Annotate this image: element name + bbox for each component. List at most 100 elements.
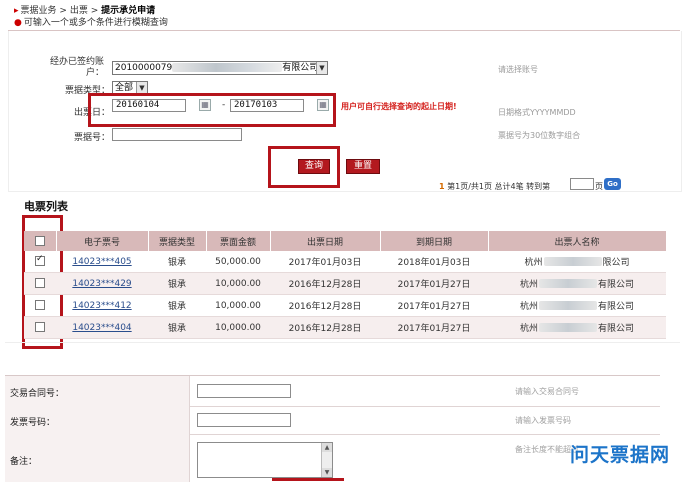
- remark-label: 备注：: [10, 457, 38, 467]
- header-issue-date: 出票日期: [270, 231, 381, 251]
- due-date-cell: 2018年01月03日: [380, 251, 488, 273]
- issue-date-cell: 2016年12月28日: [270, 316, 380, 339]
- account-select[interactable]: 2010000079 有限公司] ▼: [112, 61, 328, 75]
- redacted-blur: [543, 257, 602, 266]
- amount-cell: 10,000.00: [206, 272, 270, 295]
- section-title: 电票列表: [24, 200, 68, 213]
- bill-no-link[interactable]: 14023***429: [72, 279, 131, 289]
- bill-type-cell: 银承: [148, 294, 206, 317]
- reset-button[interactable]: 重置: [346, 159, 380, 174]
- table-row[interactable]: 14023***412 银承 10,000.00 2016年12月28日 201…: [24, 294, 666, 317]
- table-header-row: 电子票号 票据类型 票面金额 出票日期 到期日期 出票人名称: [24, 231, 667, 251]
- pager-text: 第1页/共1页 总计4笔 转到第: [447, 182, 551, 191]
- label-cell: 发票号码：: [5, 406, 190, 434]
- bullet-icon: ●: [14, 18, 22, 28]
- redacted-blur: [539, 279, 597, 288]
- row-checkbox[interactable]: [35, 278, 45, 289]
- date-annotation: 用户可自行选择查询的起止日期!: [341, 102, 457, 111]
- pager-current: 1: [439, 182, 445, 191]
- go-button[interactable]: Go: [604, 178, 621, 190]
- payee-start: 杭州: [519, 302, 538, 312]
- redacted-blur: [172, 63, 283, 72]
- account-help: 请选择账号: [498, 65, 538, 74]
- account-value-prefix: 2010000079: [115, 63, 173, 73]
- date-from-input[interactable]: [112, 99, 186, 112]
- account-label: 经办已签约账户：: [49, 57, 104, 78]
- table-row[interactable]: 14023***429 银承 10,000.00 2016年12月28日 201…: [24, 272, 666, 295]
- payee-start: 杭州: [519, 280, 538, 290]
- payee-end: 有限公司: [598, 280, 635, 290]
- scrollbar[interactable]: ▲ ▼: [321, 443, 332, 477]
- date-to-input[interactable]: [230, 99, 304, 112]
- amount-cell: 10,000.00: [206, 316, 270, 339]
- redacted-blur: [539, 323, 597, 332]
- header-bill-no: 电子票号: [56, 231, 149, 251]
- table-row[interactable]: 14023***404 银承 10,000.00 2016年12月28日 201…: [24, 316, 666, 339]
- extra-info-form: 交易合同号： 请输入交易合同号 发票号码： 请输入发票号码 备注： ▲ ▼ 备注长…: [5, 375, 660, 482]
- amount-cell: 50,000.00: [206, 251, 270, 273]
- remark-textarea[interactable]: ▲ ▼: [197, 442, 333, 478]
- bill-no-link[interactable]: 14023***405: [72, 257, 131, 267]
- due-date-cell: 2017年01月27日: [380, 272, 488, 295]
- date-help: 日期格式YYYYMMDD: [498, 108, 576, 117]
- issue-date-cell: 2016年12月28日: [270, 294, 380, 317]
- page-unit: 页: [595, 182, 603, 191]
- bill-no-help: 票据号为30位数字组合: [498, 131, 581, 140]
- bill-type-cell: 银承: [148, 272, 206, 295]
- bill-type-value: 全部: [115, 83, 134, 93]
- header-due-date: 到期日期: [380, 231, 489, 251]
- invoice-input[interactable]: [197, 413, 291, 427]
- payee-end: 限公司: [602, 258, 630, 268]
- chevron-down-icon: ▼: [316, 62, 327, 74]
- watermark: 问天票据网: [569, 444, 670, 466]
- invoice-help: 请输入发票号码: [515, 416, 571, 425]
- calendar-icon[interactable]: ▦: [199, 99, 211, 111]
- contract-label: 交易合同号：: [10, 389, 65, 399]
- bill-no-label: 票据号：: [73, 133, 110, 143]
- payee-start: 杭州: [524, 258, 543, 268]
- bill-table: 电子票号 票据类型 票面金额 出票日期 到期日期 出票人名称 14023***4…: [24, 231, 667, 339]
- date-dash: -: [222, 100, 226, 110]
- select-all-header[interactable]: [24, 231, 57, 251]
- search-hint: ● 可输入一个或多个条件进行模糊查询: [14, 15, 168, 28]
- bill-no-link[interactable]: 14023***412: [72, 301, 131, 311]
- bill-no-input[interactable]: [112, 128, 242, 141]
- contract-help: 请输入交易合同号: [515, 387, 579, 396]
- query-button[interactable]: 查询: [298, 159, 330, 174]
- scroll-up-icon[interactable]: ▲: [322, 443, 332, 452]
- drawer-name-cell: 杭州 有限公司: [488, 294, 666, 317]
- drawer-name-cell: 杭州 限公司: [488, 251, 666, 273]
- label-cell: 备注：: [5, 434, 190, 482]
- payee-end: 有限公司: [598, 324, 635, 334]
- form-row-remark: 备注： ▲ ▼ 备注长度不能超过: [5, 434, 660, 482]
- table-row[interactable]: 14023***405 银承 50,000.00 2017年01月03日 201…: [24, 251, 666, 273]
- select-all-checkbox[interactable]: [34, 235, 45, 246]
- bill-type-cell: 银承: [148, 251, 206, 273]
- drawer-name-cell: 杭州 有限公司: [488, 316, 666, 339]
- calendar-icon[interactable]: ▦: [317, 99, 329, 111]
- issue-date-cell: 2017年01月03日: [270, 251, 380, 273]
- bill-no-link[interactable]: 14023***404: [72, 323, 131, 333]
- page-jump-input[interactable]: [570, 178, 594, 190]
- invoice-label: 发票号码：: [10, 418, 56, 428]
- row-checkbox[interactable]: [35, 254, 45, 267]
- header-drawer-name: 出票人名称: [488, 231, 667, 251]
- label-cell: 交易合同号：: [5, 376, 190, 406]
- form-row-invoice: 发票号码： 请输入发票号码: [5, 406, 660, 435]
- issue-date-cell: 2016年12月28日: [270, 272, 380, 295]
- payee-end: 有限公司: [598, 302, 635, 312]
- bill-type-cell: 银承: [148, 316, 206, 339]
- search-hint-text: 可输入一个或多个条件进行模糊查询: [23, 18, 168, 28]
- header-bill-type: 票据类型: [148, 231, 207, 251]
- scroll-down-icon[interactable]: ▼: [322, 468, 332, 477]
- divider: [5, 342, 680, 343]
- due-date-cell: 2017年01月27日: [380, 294, 488, 317]
- contract-input[interactable]: [197, 384, 291, 398]
- drawer-name-cell: 杭州 有限公司: [488, 272, 666, 295]
- amount-cell: 10,000.00: [206, 294, 270, 317]
- row-checkbox[interactable]: [35, 322, 45, 333]
- form-row-contract: 交易合同号： 请输入交易合同号: [5, 376, 660, 407]
- payee-start: 杭州: [519, 324, 538, 334]
- redacted-blur: [539, 301, 597, 310]
- row-checkbox[interactable]: [35, 300, 45, 311]
